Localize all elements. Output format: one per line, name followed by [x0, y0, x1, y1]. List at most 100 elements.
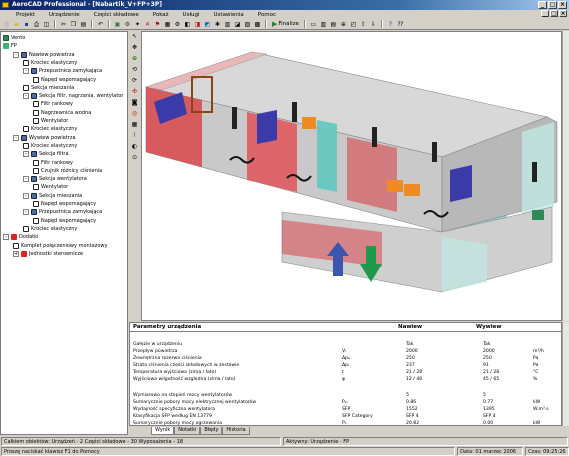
view-icon[interactable]: ◰ — [349, 20, 358, 29]
tree-item[interactable]: Krociec elastyczny — [23, 142, 77, 150]
tree-item[interactable]: - Sekcja mieszania — [23, 192, 82, 200]
help-icon[interactable]: ? — [386, 20, 395, 29]
tree-item[interactable]: Filtr rankowy — [33, 159, 73, 167]
tree-item[interactable]: - Wywiew powietrza — [13, 134, 76, 142]
menu-ustawienia[interactable]: Ustawienia — [214, 12, 244, 18]
fan2-icon[interactable]: ✱ — [213, 20, 222, 29]
shade-icon[interactable]: ◐ — [131, 143, 139, 151]
section-icon[interactable]: ⚙ — [123, 20, 132, 29]
tool2-icon[interactable]: ▩ — [253, 20, 262, 29]
rotate-icon[interactable]: ⟲ — [131, 66, 139, 74]
tree-item[interactable]: Wentylator — [33, 117, 68, 125]
params-scrollbar[interactable] — [562, 322, 569, 426]
settings-icon[interactable]: ⚙ — [173, 20, 182, 29]
minimize-button[interactable]: _ — [538, 1, 547, 9]
save-icon[interactable]: ▪ — [22, 20, 31, 29]
menu-pokaz[interactable]: Pokaż — [153, 12, 169, 18]
tree-item[interactable]: - Sekcja filtra — [23, 150, 69, 158]
tree-item[interactable]: Komplet połączeniowy montażowy — [13, 242, 107, 250]
tree-expander[interactable]: + — [13, 250, 19, 257]
fan-icon[interactable]: ✦ — [133, 20, 142, 29]
close-button[interactable]: × — [558, 1, 567, 9]
cut-icon[interactable]: ✂ — [59, 20, 68, 29]
select-arrow-icon[interactable]: ↖ — [131, 33, 139, 41]
undo-icon[interactable]: ↶ — [96, 20, 105, 29]
chart-icon[interactable]: ▥ — [319, 20, 328, 29]
grid-icon[interactable]: ▦ — [131, 121, 139, 129]
reset-view-icon[interactable]: ⊙ — [131, 154, 139, 162]
zoom-in-icon[interactable]: ⊕ — [131, 55, 139, 63]
tree-item[interactable]: Sekcja mieszania — [23, 84, 74, 92]
filter-icon[interactable]: ▦ — [163, 20, 172, 29]
tree-expander[interactable]: - — [23, 151, 29, 158]
tree-item[interactable]: Wentylator — [33, 183, 68, 191]
mdi-minimize-button[interactable]: _ — [541, 10, 549, 17]
mixing-icon[interactable]: ◪ — [233, 20, 242, 29]
tree-item[interactable]: Napęd wspomagający — [33, 76, 96, 84]
menu-uslugi[interactable]: Usługi — [183, 12, 200, 18]
tree-item[interactable]: - Przepustnica zamykająca — [23, 67, 102, 75]
tree-expander[interactable]: - — [3, 234, 9, 241]
tree-expander[interactable]: - — [13, 134, 19, 141]
project-tree[interactable]: Vento FP - Nawiew powietrza Krociec elastycz… — [0, 31, 128, 435]
tree-item[interactable]: - Sekcja filtr, nagrzania, wentylator — [23, 92, 123, 100]
paste-icon[interactable]: ▤ — [79, 20, 88, 29]
unit-icon[interactable]: ▣ — [113, 20, 122, 29]
import-icon[interactable]: ⇩ — [369, 20, 378, 29]
zoom-icon[interactable]: ⊕ — [339, 20, 348, 29]
tool1-icon[interactable]: ▨ — [243, 20, 252, 29]
tree-expander[interactable]: - — [23, 68, 29, 75]
tree-item[interactable]: FP — [3, 42, 17, 50]
target-icon[interactable]: ◎ — [131, 110, 139, 118]
unit-3d-view[interactable] — [141, 31, 562, 321]
pan-icon[interactable]: ✥ — [131, 44, 139, 52]
silencer-icon[interactable]: ▥ — [223, 20, 232, 29]
tab-wynik[interactable]: Wynik — [151, 426, 175, 435]
tab-historia[interactable]: Historia — [222, 426, 250, 435]
tree-item[interactable]: Napęd wspomagający — [33, 217, 96, 225]
tree-item[interactable]: - Sekcja wentylatora — [23, 175, 87, 183]
view-scrollbar[interactable] — [562, 31, 569, 321]
tree-expander[interactable]: - — [23, 209, 29, 216]
mdi-close-button[interactable]: × — [559, 10, 567, 17]
heater-icon[interactable]: ◨ — [193, 20, 202, 29]
tree-item[interactable]: + Jednostki sterownicze — [13, 250, 83, 258]
mdi-restore-button[interactable]: □ — [550, 10, 558, 17]
cooler-icon[interactable]: ◩ — [203, 20, 212, 29]
calc-icon[interactable]: ▭ — [309, 20, 318, 29]
export-icon[interactable]: ⇪ — [359, 20, 368, 29]
tree-expander[interactable]: - — [23, 192, 29, 199]
tab-notatki[interactable]: Notatki — [174, 426, 201, 435]
dimension-icon[interactable]: ⊺ — [131, 132, 139, 140]
copy-icon[interactable]: ❐ — [69, 20, 78, 29]
open-folder-icon[interactable]: ▰ — [12, 20, 21, 29]
tree-item[interactable]: Vento — [3, 34, 25, 42]
tree-item[interactable]: Napęd wspomagający — [33, 200, 96, 208]
tree-item[interactable]: - Nawiew powietrza — [13, 51, 75, 59]
flag-icon[interactable]: ⚑ — [153, 20, 162, 29]
menu-projekt[interactable]: Projekt — [16, 12, 35, 18]
tree-item[interactable]: Krociec elastyczny — [23, 59, 77, 67]
tree-expander[interactable]: - — [13, 51, 19, 58]
move-icon[interactable]: ✣ — [131, 88, 139, 96]
finalize-button[interactable]: ▶ Finalize — [270, 20, 301, 28]
tree-item[interactable]: Krociec elastyczny — [23, 225, 77, 233]
tab-bledy[interactable]: Błędy — [200, 426, 223, 435]
report-icon[interactable]: ▤ — [329, 20, 338, 29]
delete-icon[interactable]: ✕ — [143, 20, 152, 29]
context-help-icon[interactable]: ⁇ — [396, 20, 405, 29]
menu-pomoc[interactable]: Pomoc — [258, 12, 276, 18]
tree-item[interactable]: Krociec elastyczny — [23, 125, 77, 133]
tree-expander[interactable]: - — [23, 176, 29, 183]
rotate-free-icon[interactable]: ⟳ — [131, 77, 139, 85]
camera-icon[interactable]: ◙ — [131, 99, 139, 107]
tree-expander[interactable]: - — [23, 93, 29, 100]
damper-icon[interactable]: ◧ — [183, 20, 192, 29]
tree-item[interactable]: - Dodatki — [3, 233, 38, 241]
tree-item[interactable]: - Przepustnica zamykająca — [23, 208, 102, 216]
maximize-button[interactable]: □ — [548, 1, 557, 9]
tree-item[interactable]: Filtr rankowy — [33, 100, 73, 108]
new-file-icon[interactable]: ▯ — [2, 20, 11, 29]
preview-icon[interactable]: ◫ — [42, 20, 51, 29]
tree-item[interactable]: Czujnik różnicy ciśnienia — [33, 167, 102, 175]
